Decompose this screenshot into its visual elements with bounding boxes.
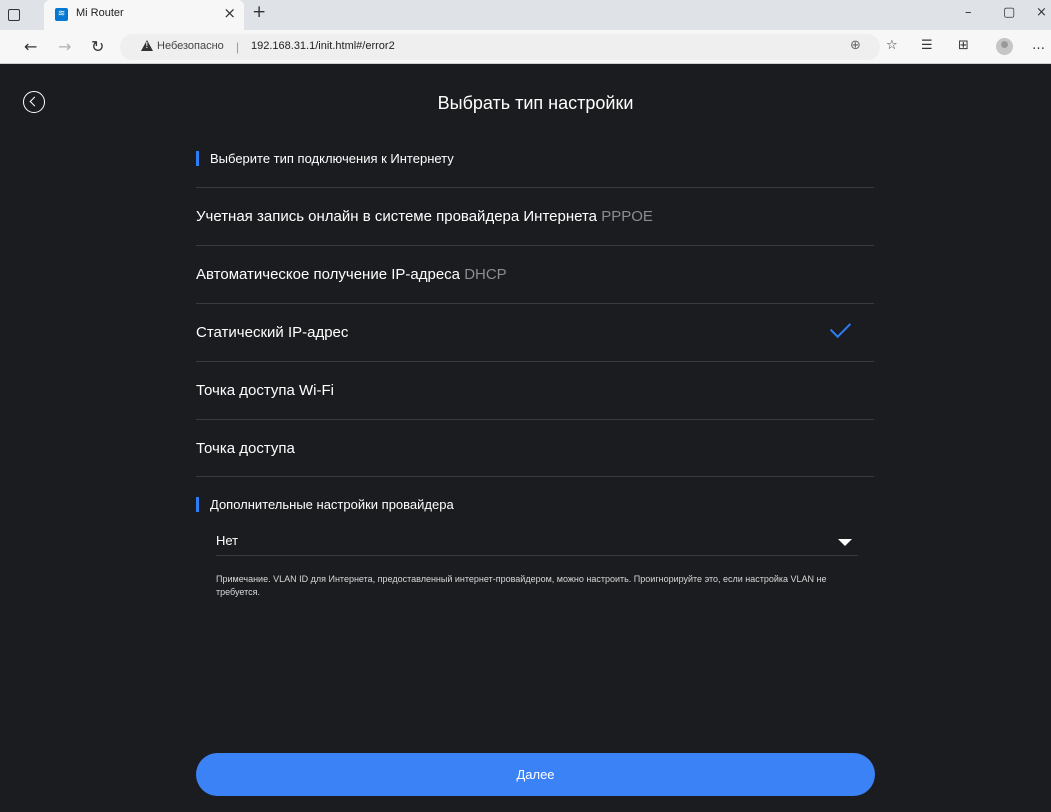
option-tag: DHCP	[464, 266, 507, 283]
connection-type-heading: Выберите тип подключения к Интернету	[196, 151, 454, 166]
favorites-list-icon[interactable]: ☰	[921, 38, 933, 53]
option-dhcp[interactable]: Автоматическое получение IP-адреса DHCP	[196, 245, 874, 303]
restore-icon[interactable]: ▢	[1003, 5, 1015, 20]
favorite-star-icon[interactable]: ☆	[886, 38, 898, 53]
connection-options-list: Учетная запись онлайн в системе провайде…	[196, 187, 874, 477]
warning-icon	[141, 40, 153, 51]
profile-avatar[interactable]	[996, 38, 1013, 55]
provider-settings-select[interactable]: Нет	[216, 523, 858, 556]
zoom-icon[interactable]: ⊕	[850, 38, 861, 53]
refresh-icon[interactable]: ↻	[91, 37, 104, 56]
tab-close-icon[interactable]: ×	[223, 4, 236, 22]
browser-toolbar: ← → ↻ Небезопасно | 192.168.31.1/init.ht…	[0, 30, 1051, 64]
option-label: Автоматическое получение IP-адреса DHCP	[196, 266, 507, 283]
caret-down-icon	[838, 539, 852, 546]
router-setup-page: Выбрать тип настройки Выберите тип подкл…	[0, 65, 1051, 812]
tab-actions-icon[interactable]	[8, 9, 20, 21]
tab-title: Mi Router	[76, 7, 124, 19]
checkmark-icon	[829, 316, 852, 339]
new-tab-button[interactable]: +	[252, 2, 266, 22]
advanced-settings-heading: Дополнительные настройки провайдера	[196, 497, 454, 512]
option-static-ip[interactable]: Статический IP-адрес	[196, 303, 874, 361]
option-tag: PPPOE	[601, 208, 653, 225]
option-label: Статический IP-адрес	[196, 324, 349, 341]
browser-tab-bar: ≋ Mi Router × + – ▢ ×	[0, 0, 1051, 30]
option-label: Точка доступа Wi-Fi	[196, 382, 334, 399]
more-menu-icon[interactable]: …	[1032, 38, 1045, 53]
option-wifi-access-point[interactable]: Точка доступа Wi-Fi	[196, 361, 874, 419]
browser-tab[interactable]: ≋ Mi Router ×	[44, 0, 244, 30]
minimize-icon[interactable]: –	[965, 5, 972, 20]
vlan-note: Примечание. VLAN ID для Интернета, предо…	[216, 574, 827, 597]
address-separator: |	[236, 40, 240, 54]
close-window-icon[interactable]: ×	[1036, 5, 1047, 20]
wifi-icon: ≋	[55, 8, 68, 21]
security-status[interactable]: Небезопасно	[157, 40, 224, 52]
page-title: Выбрать тип настройки	[437, 93, 634, 113]
forward-arrow-icon[interactable]: →	[58, 37, 71, 56]
option-pppoe[interactable]: Учетная запись онлайн в системе провайде…	[196, 187, 874, 245]
option-label: Учетная запись онлайн в системе провайде…	[196, 208, 653, 225]
url-text[interactable]: 192.168.31.1/init.html#/error2	[251, 40, 395, 52]
back-arrow-icon[interactable]: ←	[24, 37, 37, 56]
option-access-point[interactable]: Точка доступа	[196, 419, 874, 477]
next-button[interactable]: Далее	[196, 753, 875, 796]
address-bar[interactable]: Небезопасно | 192.168.31.1/init.html#/er…	[120, 34, 880, 60]
collections-icon[interactable]: ⊞	[958, 38, 969, 53]
option-label: Точка доступа	[196, 440, 295, 457]
select-value: Нет	[216, 533, 239, 548]
